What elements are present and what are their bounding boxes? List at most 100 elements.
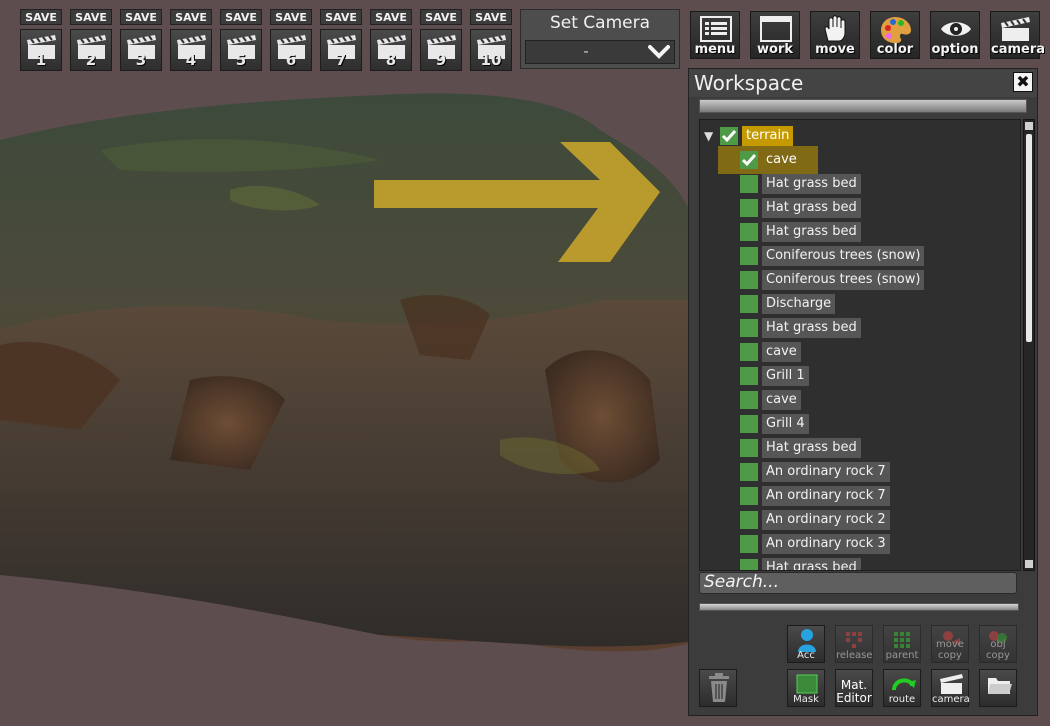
- option-button[interactable]: option: [930, 11, 980, 59]
- search-input[interactable]: Search...: [699, 572, 1017, 594]
- scroll-up-arrow[interactable]: [1025, 122, 1033, 130]
- save-button-8[interactable]: 8: [370, 29, 412, 71]
- release-grid-icon: [846, 632, 862, 648]
- scroll-thumb[interactable]: [1026, 134, 1032, 342]
- tree-item-label: An ordinary rock 2: [762, 510, 890, 530]
- tree-item-label: Coniferous trees (snow): [762, 246, 925, 266]
- visibility-checkbox[interactable]: [740, 223, 758, 241]
- checkmark-icon: [721, 130, 737, 143]
- move-copy-button[interactable]: move copy: [931, 625, 969, 663]
- work-button[interactable]: work: [750, 11, 800, 59]
- save-button-4[interactable]: 4: [170, 29, 212, 71]
- tree-scrollbar[interactable]: [1023, 119, 1035, 571]
- visibility-checkbox[interactable]: [740, 151, 758, 169]
- save-label: SAVE: [120, 9, 162, 25]
- tool-label: option: [931, 42, 979, 57]
- visibility-checkbox[interactable]: [740, 391, 758, 409]
- save-button-1[interactable]: 1: [20, 29, 62, 71]
- visibility-checkbox[interactable]: [740, 559, 758, 570]
- visibility-checkbox[interactable]: [740, 535, 758, 553]
- route-icon: [892, 678, 916, 691]
- visibility-checkbox[interactable]: [740, 175, 758, 193]
- visibility-checkbox[interactable]: [740, 199, 758, 217]
- button-label: Mat. Editor: [836, 678, 872, 705]
- workspace-tree[interactable]: ▼ terrain cave Hat grass bed Hat grass bed Ha…: [699, 119, 1021, 571]
- folder-icon: [988, 678, 1012, 694]
- save-slot-number: 1: [35, 51, 47, 69]
- menu-list-icon: [700, 16, 732, 42]
- mask-icon: [796, 674, 818, 694]
- checkmark-icon: [741, 154, 757, 167]
- save-button-3[interactable]: 3: [120, 29, 162, 71]
- workspace-toolbar-strip: [699, 99, 1027, 113]
- save-slot-number: 3: [135, 51, 147, 69]
- save-slot-number: 10: [480, 51, 502, 69]
- visibility-checkbox[interactable]: [740, 319, 758, 337]
- delete-button[interactable]: [699, 669, 737, 707]
- visibility-checkbox[interactable]: [740, 415, 758, 433]
- visibility-checkbox[interactable]: [740, 295, 758, 313]
- camera-button[interactable]: camera: [931, 669, 970, 707]
- visibility-checkbox[interactable]: [740, 247, 758, 265]
- trash-icon: [709, 673, 729, 702]
- visibility-checkbox[interactable]: [740, 439, 758, 457]
- scroll-down-arrow[interactable]: [1025, 560, 1033, 568]
- camera-button[interactable]: camera: [990, 11, 1046, 59]
- set-camera-dropdown[interactable]: -: [525, 40, 675, 64]
- window-icon: [760, 16, 792, 42]
- visibility-checkbox[interactable]: [740, 343, 758, 361]
- move-button[interactable]: move: [810, 11, 860, 59]
- visibility-checkbox[interactable]: [740, 511, 758, 529]
- set-camera-title: Set Camera: [549, 13, 651, 33]
- visibility-checkbox[interactable]: [740, 487, 758, 505]
- tree-item-label: An ordinary rock 7: [762, 486, 890, 506]
- visibility-checkbox[interactable]: [740, 367, 758, 385]
- obj-copy-button[interactable]: obj copy: [979, 625, 1017, 663]
- workspace-panel: Workspace ✖ ▼ terrain cave Hat grass bed Hat…: [688, 68, 1038, 716]
- acc-button[interactable]: Acc: [787, 625, 825, 663]
- save-slot-number: 5: [235, 51, 247, 69]
- parent-button[interactable]: parent: [883, 625, 921, 663]
- tree-item-label: Hat grass bed: [762, 174, 861, 194]
- save-slot-number: 4: [185, 51, 197, 69]
- tree-item-label: Grill 1: [762, 366, 809, 386]
- route-button[interactable]: route: [883, 669, 921, 707]
- tree-item-label: Hat grass bed: [762, 222, 861, 242]
- set-camera-value: -: [583, 44, 589, 60]
- tool-label: work: [757, 42, 793, 57]
- save-label: SAVE: [70, 9, 112, 25]
- save-slot-4: SAVE 4: [170, 9, 212, 71]
- save-button-10[interactable]: 10: [470, 29, 512, 71]
- tree-item-label: cave: [762, 390, 801, 410]
- save-label: SAVE: [470, 9, 512, 25]
- save-button-6[interactable]: 6: [270, 29, 312, 71]
- visibility-checkbox[interactable]: [740, 271, 758, 289]
- button-label: Mask: [793, 694, 819, 705]
- visibility-checkbox[interactable]: [720, 127, 738, 145]
- chevron-down-icon: [648, 45, 670, 59]
- open-folder-button[interactable]: [979, 669, 1017, 707]
- save-slot-number: 8: [385, 51, 397, 69]
- menu-button[interactable]: menu: [690, 11, 740, 59]
- save-button-2[interactable]: 2: [70, 29, 112, 71]
- button-label: obj copy: [986, 639, 1010, 661]
- save-button-7[interactable]: 7: [320, 29, 362, 71]
- tree-item-label: Hat grass bed: [762, 558, 861, 570]
- save-button-9[interactable]: 9: [420, 29, 462, 71]
- hand-icon: [824, 15, 846, 42]
- save-button-5[interactable]: 5: [220, 29, 262, 71]
- button-label: route: [888, 694, 916, 705]
- save-slot-10: SAVE 10: [470, 9, 512, 71]
- mask-button[interactable]: Mask: [787, 669, 825, 707]
- expand-triangle-icon[interactable]: ▼: [704, 129, 713, 143]
- save-label: SAVE: [420, 9, 462, 25]
- color-button[interactable]: color: [870, 11, 920, 59]
- tool-label: camera: [991, 42, 1046, 57]
- tree-item-label: An ordinary rock 7: [762, 462, 890, 482]
- save-label: SAVE: [270, 9, 312, 25]
- release-button[interactable]: release: [835, 625, 873, 663]
- mat-editor-button[interactable]: Mat. Editor: [835, 669, 873, 707]
- close-button[interactable]: ✖: [1013, 72, 1033, 92]
- visibility-checkbox[interactable]: [740, 463, 758, 481]
- tree-item-label: Hat grass bed: [762, 318, 861, 338]
